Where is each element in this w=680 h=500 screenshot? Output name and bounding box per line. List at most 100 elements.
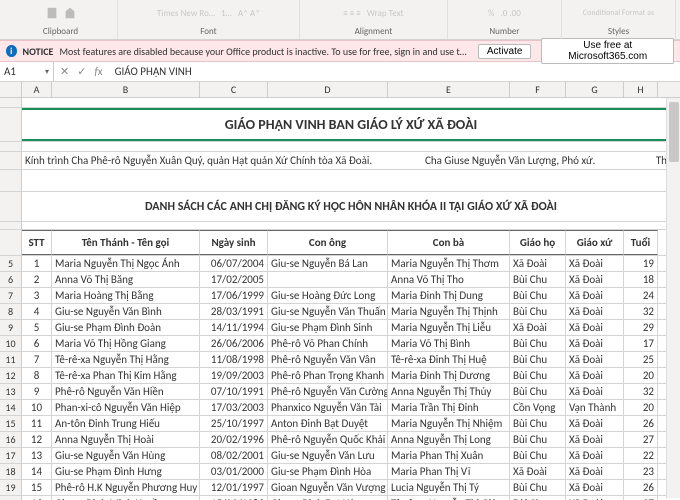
cell-ns[interactable]: 20/02/1996 <box>200 432 268 447</box>
enter-icon[interactable]: ✓ <box>77 65 86 78</box>
table-row[interactable]: 73Maria Hoàng Thị Bằng17/06/1999Giu-se H… <box>0 288 680 304</box>
cell-gh[interactable]: Xã Đoài <box>510 256 566 271</box>
row-header[interactable]: 11 <box>0 352 22 367</box>
cell-gx[interactable]: Xã Đoài <box>566 272 624 287</box>
cell-gx[interactable]: Xã Đoài <box>566 320 624 335</box>
cell-cb[interactable]: Anna Nguyễn Thị Thủy <box>388 384 510 399</box>
cell-stt[interactable]: 8 <box>22 368 52 383</box>
cell-gx[interactable]: Xã Đoài <box>566 464 624 479</box>
cell-cb[interactable]: Tê-rê-xa Đinh Thị Huệ <box>388 352 510 367</box>
table-row[interactable]: 1511An-tôn Đinh Trung Hiếu25/10/1997Anto… <box>0 416 680 432</box>
cell-ten[interactable]: Giu-se Nguyễn Văn Hùng <box>52 448 200 463</box>
cell-gh[interactable]: Bùi Chu <box>510 384 566 399</box>
cell-stt[interactable]: 4 <box>22 304 52 319</box>
cell-gx[interactable]: Xã Đoài <box>566 288 624 303</box>
cell-ten[interactable]: An-tôn Đinh Trung Hiếu <box>52 416 200 431</box>
row-header[interactable]: 15 <box>0 416 22 431</box>
cell-ten[interactable]: Giu-se Phạm Đình Đoàn <box>52 320 200 335</box>
cell-cb[interactable]: Maria Đinh Thị Dung <box>388 288 510 303</box>
cell-tuoi[interactable]: 25 <box>624 352 658 367</box>
cell-gh[interactable]: Xã Đoài <box>510 464 566 479</box>
table-row[interactable]: 1612Anna Nguyễn Thị Hoài20/02/1996Phê-rô… <box>0 432 680 448</box>
table-row[interactable]: 128Tê-rê-xa Phan Thị Kim Hằng19/09/2003P… <box>0 368 680 384</box>
cell-co[interactable]: Phê-rô Nguyễn Văn Cường <box>268 384 388 399</box>
cell-ten[interactable]: Tê-rê-xa Nguyễn Thị Hằng <box>52 352 200 367</box>
cell-ten[interactable]: Tê-rê-xa Phan Thị Kim Hằng <box>52 368 200 383</box>
cell-stt[interactable]: 11 <box>22 416 52 431</box>
cell-ns[interactable]: 06/07/2004 <box>200 256 268 271</box>
cell-tuoi[interactable]: 20 <box>624 400 658 415</box>
name-box[interactable]: A1▾ <box>0 62 54 81</box>
col-header[interactable]: H <box>624 82 658 97</box>
cell-co[interactable]: Giu-se Nguyễn Văn Thuấn <box>268 304 388 319</box>
cell-stt[interactable]: 12 <box>22 432 52 447</box>
cell-gh[interactable]: Xã Đoài <box>510 320 566 335</box>
cell-gx[interactable]: Xã Đoài <box>566 432 624 447</box>
cell-tuoi[interactable]: 23 <box>624 464 658 479</box>
table-row[interactable]: 1410Phan-xi-cô Nguyễn Văn Hiệp17/03/2003… <box>0 400 680 416</box>
cell-gh[interactable]: Bùi Chu <box>510 304 566 319</box>
cell-tuoi[interactable]: 22 <box>624 448 658 463</box>
activate-button[interactable]: Activate <box>478 44 532 59</box>
cell-co[interactable]: Giu-se Phạm Đình Sinh <box>268 320 388 335</box>
col-header[interactable]: D <box>268 82 388 97</box>
ribbon-group-font[interactable]: Times New Ro… 1… A˄ A˅ Font <box>118 0 300 39</box>
cancel-icon[interactable]: ✕ <box>60 65 69 78</box>
cell-stt[interactable]: 10 <box>22 400 52 415</box>
col-header[interactable]: G <box>566 82 624 97</box>
table-row[interactable]: 95Giu-se Phạm Đình Đoàn14/11/1994Giu-se … <box>0 320 680 336</box>
row-header[interactable]: 16 <box>0 432 22 447</box>
cell-tuoi[interactable]: 26 <box>624 480 658 495</box>
cell-ten[interactable]: Phê-rô Nguyễn Văn Hiền <box>52 384 200 399</box>
cell-co[interactable]: Phê-rô Nguyễn Văn Vân <box>268 352 388 367</box>
cell-co[interactable]: Giu-se Đinh Bạt Hòa <box>268 496 388 500</box>
col-header[interactable]: A <box>22 82 52 97</box>
cell-gx[interactable]: Xã Đoài <box>566 368 624 383</box>
cell-stt[interactable]: 3 <box>22 288 52 303</box>
col-header[interactable]: B <box>52 82 200 97</box>
cell-ns[interactable]: 03/01/2000 <box>200 464 268 479</box>
row-header[interactable]: 5 <box>0 256 22 271</box>
cell-gx[interactable]: Xã Đoài <box>566 336 624 351</box>
cell-stt[interactable]: 14 <box>22 464 52 479</box>
table-row[interactable]: 1915Phê-rô H.K Nguyễn Phương Huy12/01/19… <box>0 480 680 496</box>
cell-stt[interactable]: 2 <box>22 272 52 287</box>
cell-ns[interactable]: 17/02/2005 <box>200 272 268 287</box>
row-header[interactable]: 14 <box>0 400 22 415</box>
cell-tuoi[interactable]: 37 <box>624 496 658 500</box>
cell-tuoi[interactable]: 29 <box>624 320 658 335</box>
cell-gh[interactable]: Bùi Chu <box>510 432 566 447</box>
row-header[interactable]: 6 <box>0 272 22 287</box>
cell-ns[interactable]: 25/10/1997 <box>200 416 268 431</box>
table-row[interactable]: 84Giu-se Nguyễn Văn Bình28/03/1991Giu-se… <box>0 304 680 320</box>
cell-stt[interactable]: 15 <box>22 480 52 495</box>
cell-stt[interactable]: 5 <box>22 320 52 335</box>
cell-cb[interactable]: Maria Trần Thị Đỉnh <box>388 400 510 415</box>
table-row[interactable]: 2016Giu-se Đinh Minh Huyền15/09/1986Giu-… <box>0 496 680 500</box>
cell-co[interactable]: Giu-se Nguyễn Văn Lưu <box>268 448 388 463</box>
ribbon-group-clipboard[interactable]: Clipboard <box>4 0 118 39</box>
cell-ten[interactable]: Anna Võ Thị Băng <box>52 272 200 287</box>
chevron-down-icon[interactable]: ▾ <box>45 67 49 77</box>
cell-cb[interactable]: Anna Nguyễn Thị Long <box>388 432 510 447</box>
cell-gh[interactable]: Bùi Chu <box>510 272 566 287</box>
cell-tuoi[interactable]: 19 <box>624 256 658 271</box>
cell-cb[interactable]: Maria Nguyễn Thị Thơm <box>388 256 510 271</box>
cell-cb[interactable]: Tê-rê-xa Nguyễn Thị Giảng <box>388 496 510 500</box>
cell-ten[interactable]: Giu-se Nguyễn Văn Bình <box>52 304 200 319</box>
row-header[interactable]: 13 <box>0 384 22 399</box>
cell-tuoi[interactable]: 26 <box>624 416 658 431</box>
cell-ns[interactable]: 26/06/2006 <box>200 336 268 351</box>
cell-co[interactable]: Phê-rô Võ Phan Chính <box>268 336 388 351</box>
cell-ten[interactable]: Giu-se Đinh Minh Huyền <box>52 496 200 500</box>
cell-gh[interactable]: Bùi Chu <box>510 336 566 351</box>
cell-ten[interactable]: Phan-xi-cô Nguyễn Văn Hiệp <box>52 400 200 415</box>
cell-ns[interactable]: 17/06/1999 <box>200 288 268 303</box>
formula-value[interactable]: GIÁO PHẬN VINH <box>109 65 198 78</box>
cell-cb[interactable]: Maria Võ Thị Bình <box>388 336 510 351</box>
col-header[interactable]: F <box>510 82 566 97</box>
cell-cb[interactable]: Maria Nguyễn Thị Liễu <box>388 320 510 335</box>
row-header[interactable]: 20 <box>0 496 22 500</box>
select-all-corner[interactable] <box>0 82 22 97</box>
grid[interactable]: GIÁO PHẬN VINH BAN GIÁO LÝ XỨ XÃ ĐOÀI Kí… <box>0 98 680 500</box>
